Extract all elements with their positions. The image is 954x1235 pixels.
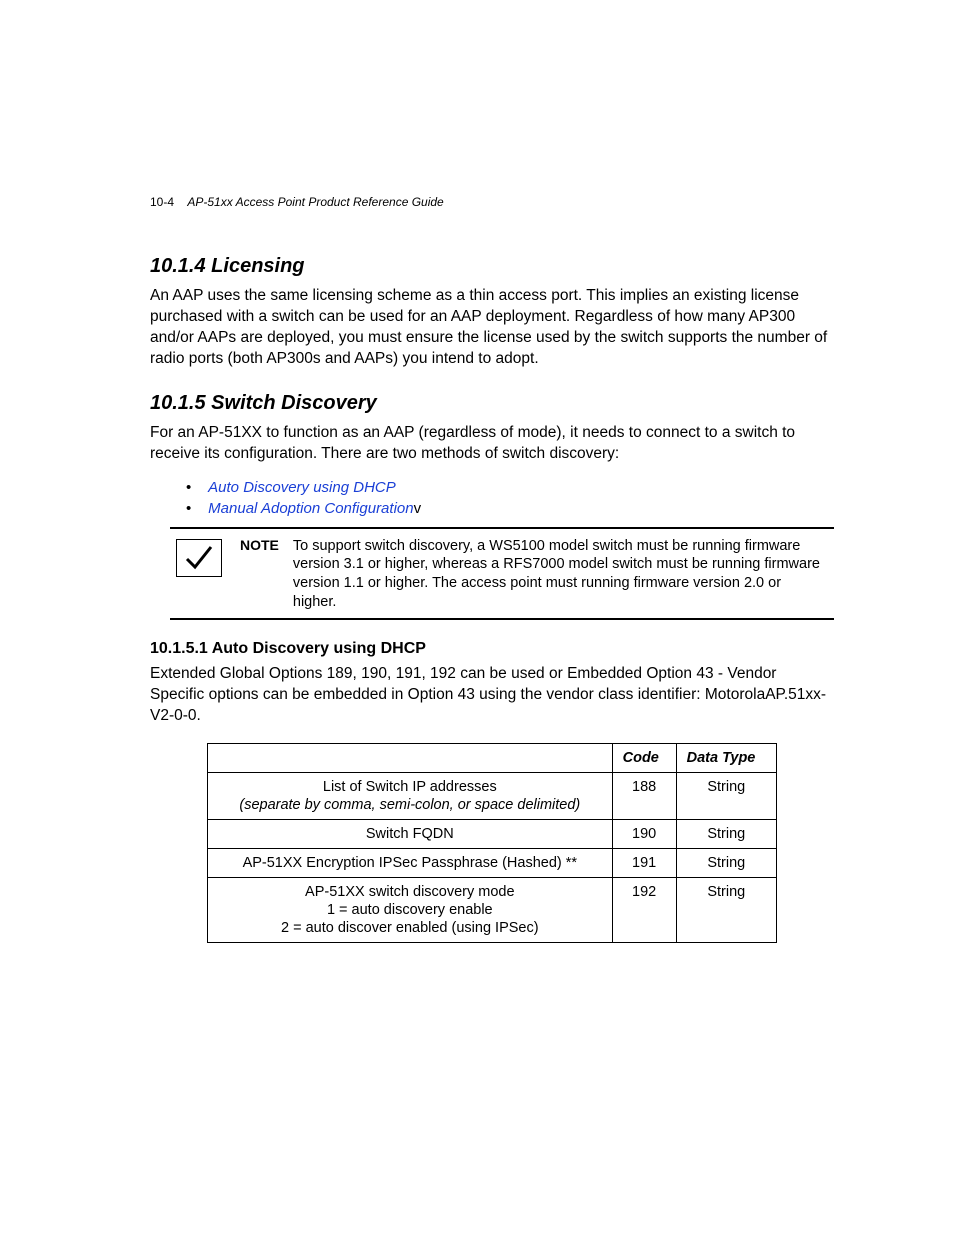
note-text: To support switch discovery, a WS5100 mo… — [293, 535, 834, 612]
desc-sub: (separate by comma, semi-colon, or space… — [218, 797, 602, 813]
col-type-header: Data Type — [676, 743, 776, 772]
cell-code: 191 — [612, 848, 676, 877]
licensing-body: An AAP uses the same licensing scheme as… — [150, 286, 834, 370]
doc-title: AP-51xx Access Point Product Reference G… — [187, 195, 443, 209]
desc-main: AP-51XX switch discovery mode — [305, 884, 515, 900]
cell-code: 192 — [612, 877, 676, 942]
note-box: NOTE To support switch discovery, a WS51… — [170, 527, 834, 620]
subsection-title: Auto Discovery using DHCP — [212, 640, 426, 657]
table-row: List of Switch IP addresses (separate by… — [208, 772, 777, 819]
table-row: AP-51XX Encryption IPSec Passphrase (Has… — [208, 848, 777, 877]
content: 10.1.4 Licensing An AAP uses the same li… — [150, 255, 834, 943]
cell-desc: AP-51XX Encryption IPSec Passphrase (Has… — [208, 848, 613, 877]
col-code-header: Code — [612, 743, 676, 772]
page-header: 10-4 AP-51xx Access Point Product Refere… — [150, 195, 444, 209]
subsection-number: 10.1.5.1 — [150, 640, 208, 657]
cell-code: 190 — [612, 819, 676, 848]
cell-code: 188 — [612, 772, 676, 819]
section-discovery-heading: 10.1.5 Switch Discovery — [150, 392, 834, 415]
desc-main: List of Switch IP addresses — [323, 779, 497, 795]
cell-type: String — [676, 819, 776, 848]
link-manual-adoption[interactable]: Manual Adoption Configuration — [208, 500, 413, 517]
dhcp-options-table: Code Data Type List of Switch IP address… — [207, 743, 777, 943]
note-label: NOTE — [240, 535, 293, 553]
cell-type: String — [676, 848, 776, 877]
cell-desc: AP-51XX switch discovery mode 1 = auto d… — [208, 877, 613, 942]
desc-line2: 1 = auto discovery enable — [218, 902, 602, 918]
link-auto-discovery[interactable]: Auto Discovery using DHCP — [208, 479, 396, 496]
auto-discovery-body: Extended Global Options 189, 190, 191, 1… — [150, 664, 834, 727]
section-title: Licensing — [211, 255, 304, 277]
table-row: AP-51XX switch discovery mode 1 = auto d… — [208, 877, 777, 942]
cell-type: String — [676, 772, 776, 819]
table-header-row: Code Data Type — [208, 743, 777, 772]
cell-desc: List of Switch IP addresses (separate by… — [208, 772, 613, 819]
list-item: Auto Discovery using DHCP — [190, 479, 834, 496]
section-number: 10.1.5 — [150, 392, 206, 414]
section-licensing-heading: 10.1.4 Licensing — [150, 255, 834, 278]
checkmark-icon — [176, 539, 222, 577]
cell-type: String — [676, 877, 776, 942]
page: 10-4 AP-51xx Access Point Product Refere… — [0, 0, 954, 1235]
list-item: Manual Adoption Configurationv — [190, 500, 834, 517]
table-row: Switch FQDN 190 String — [208, 819, 777, 848]
section-title: Switch Discovery — [211, 392, 377, 414]
subsection-auto-discovery-heading: 10.1.5.1 Auto Discovery using DHCP — [150, 640, 834, 658]
section-number: 10.1.4 — [150, 255, 206, 277]
cell-desc: Switch FQDN — [208, 819, 613, 848]
col-desc-header — [208, 743, 613, 772]
discovery-body: For an AP-51XX to function as an AAP (re… — [150, 423, 834, 465]
link-suffix: v — [414, 500, 422, 517]
discovery-links: Auto Discovery using DHCP Manual Adoptio… — [190, 479, 834, 517]
desc-line3: 2 = auto discover enabled (using IPSec) — [218, 920, 602, 936]
page-number: 10-4 — [150, 195, 174, 209]
